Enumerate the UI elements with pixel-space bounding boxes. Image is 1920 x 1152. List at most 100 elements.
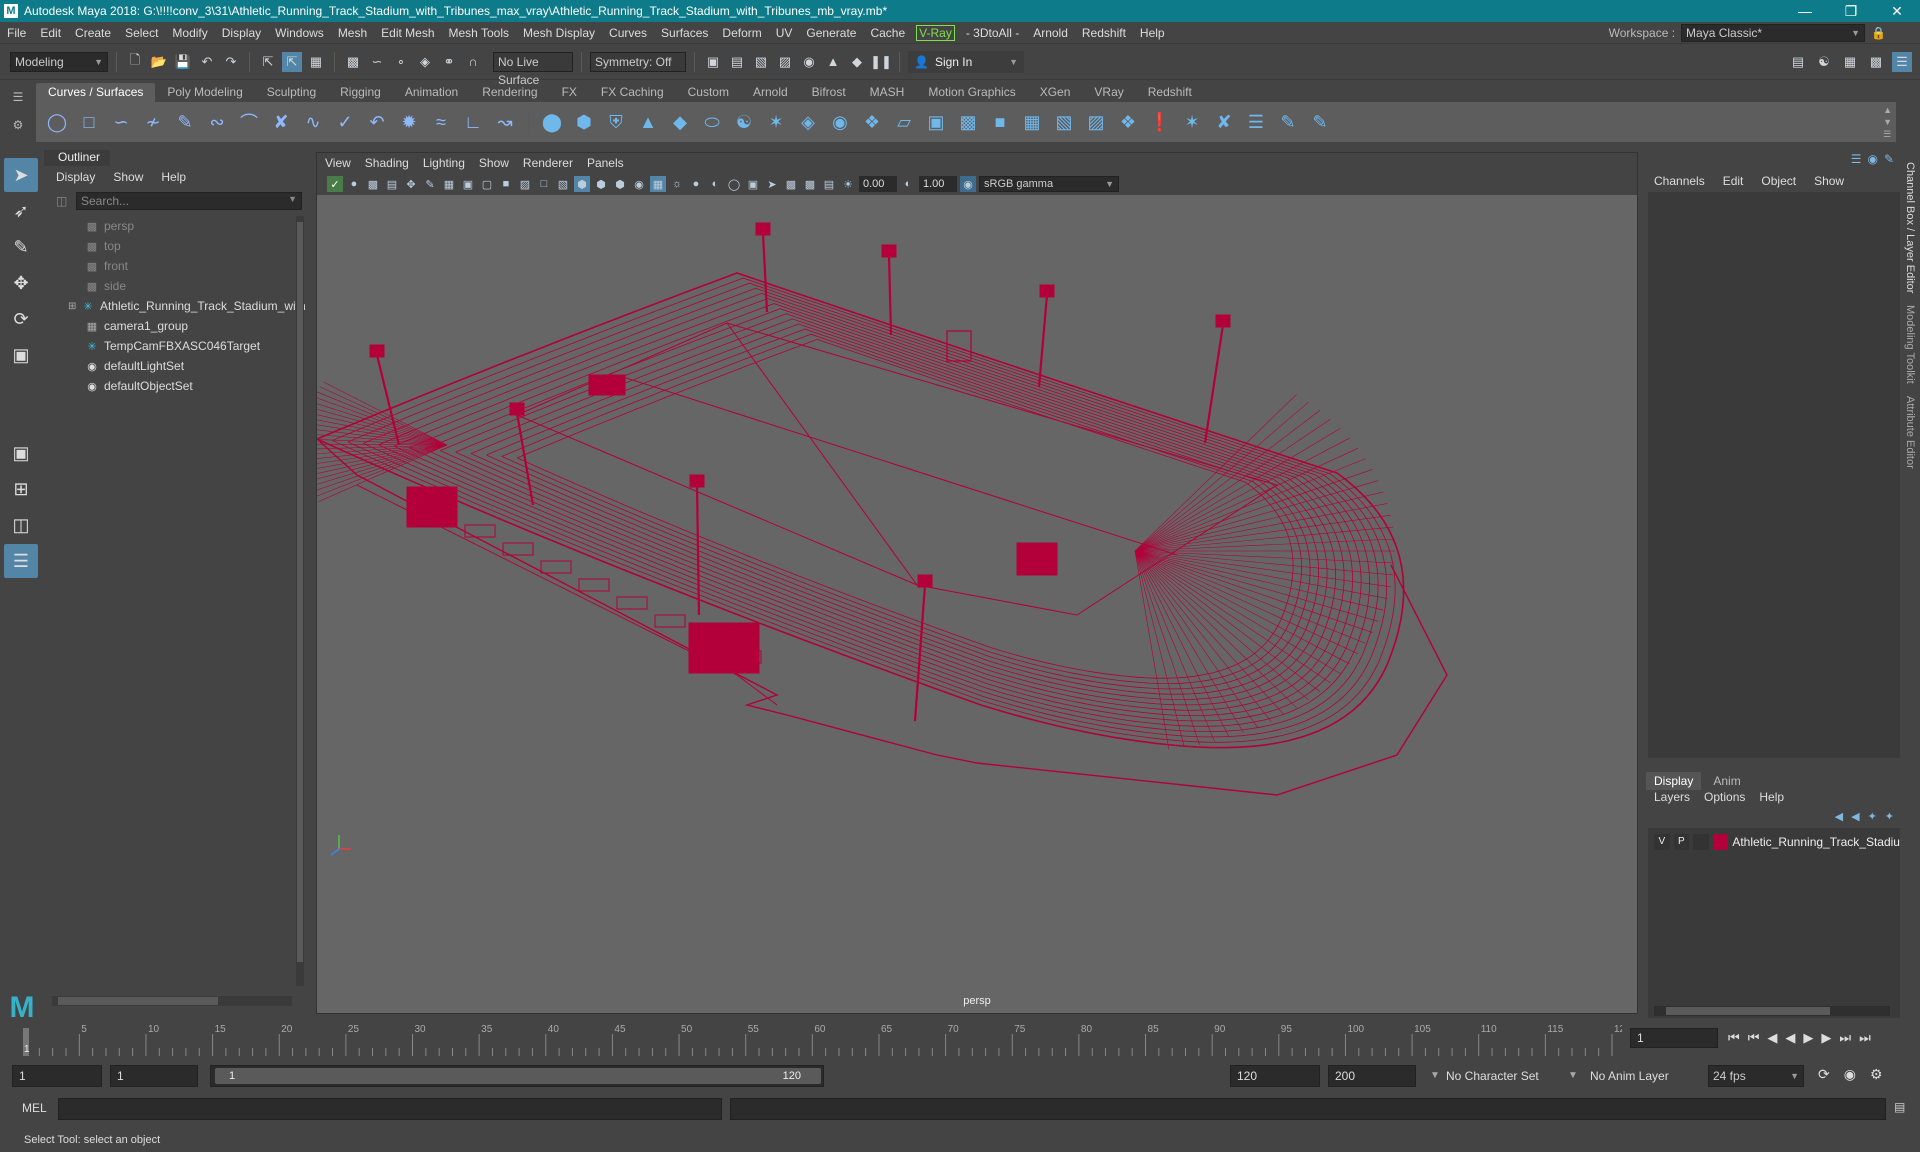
rebuild-curve-icon[interactable]: ↝	[492, 109, 518, 135]
menu-vray[interactable]: V-Ray	[916, 24, 955, 41]
scene-end-field[interactable]: 200	[1328, 1065, 1416, 1087]
close-button[interactable]: ✕	[1874, 3, 1920, 20]
shelf-tab-redshift[interactable]: Redshift	[1136, 83, 1204, 102]
show-attributes-icon[interactable]: ☰	[1851, 152, 1862, 166]
outliner-layout-icon[interactable]: ☰	[4, 544, 38, 578]
snap-point-icon[interactable]: ∘	[391, 52, 411, 72]
shelf-tab-bifrost[interactable]: Bifrost	[800, 83, 858, 102]
use-all-lights-icon[interactable]: ▦	[650, 176, 666, 192]
vray-render-icon[interactable]: ▲	[823, 52, 843, 72]
outliner-search-input[interactable]: Search... ▼	[76, 192, 302, 210]
character-set-icon[interactable]: ▼	[1430, 1070, 1440, 1081]
outliner-item-persp[interactable]: ▩ persp	[44, 216, 306, 236]
outliner-menu-show[interactable]: Show	[113, 170, 143, 184]
anim-layer-dropdown[interactable]: No Anim Layer	[1590, 1065, 1694, 1087]
tool-settings-icon[interactable]: ▩	[1866, 52, 1886, 72]
select-hierarchy-icon[interactable]: ⇱	[258, 52, 278, 72]
rebuild-surface-icon[interactable]: ✎	[1307, 109, 1333, 135]
show-menu[interactable]: Show	[1814, 174, 1844, 188]
shelf-tab-curves-surfaces[interactable]: Curves / Surfaces	[36, 83, 156, 102]
loop-icon[interactable]: ⟳	[1818, 1066, 1830, 1083]
menu-edit[interactable]: Edit	[33, 26, 68, 40]
viewport-menu-lighting[interactable]: Lighting	[423, 156, 465, 170]
shelf-tab-rigging[interactable]: Rigging	[328, 83, 393, 102]
outliner-item-defaultlightset[interactable]: ◉ defaultLightSet	[44, 356, 306, 376]
film-gate-icon[interactable]: ▣	[460, 176, 476, 192]
isolate-select-icon[interactable]: ➤	[764, 176, 780, 192]
loft-icon[interactable]: ✶	[763, 109, 789, 135]
snap-live-icon[interactable]: ⚭	[439, 52, 459, 72]
options-menu[interactable]: Options	[1704, 790, 1745, 804]
outliner-item-tempcam[interactable]: ✳ TempCamFBXASC046Target	[44, 336, 306, 356]
viewport-menu-show[interactable]: Show	[479, 156, 509, 170]
shelf-menu-icon[interactable]: ☰	[0, 90, 36, 104]
show-channels-icon[interactable]: ◉	[1867, 152, 1877, 166]
outliner-item-stadium[interactable]: ⊞ ✳ Athletic_Running_Track_Stadium_with	[44, 296, 306, 316]
shelf-tab-rendering[interactable]: Rendering	[470, 83, 549, 102]
layer-display-type-toggle[interactable]	[1693, 834, 1709, 850]
shelf-tab-fx[interactable]: FX	[550, 83, 589, 102]
workspace-dropdown[interactable]: Maya Classic* ▼	[1681, 24, 1866, 42]
backface-culling-icon[interactable]: ▤	[821, 176, 837, 192]
auto-key-icon[interactable]: ◉	[1844, 1066, 1856, 1083]
reverse-curve-icon[interactable]: ∟	[460, 109, 486, 135]
open-scene-icon[interactable]: 📂	[149, 52, 169, 72]
menu-generate[interactable]: Generate	[799, 26, 863, 40]
shelf-tab-mash[interactable]: MASH	[858, 83, 917, 102]
offset-curve-icon[interactable]: ≈	[428, 109, 454, 135]
outliner-item-front[interactable]: ▩ front	[44, 256, 306, 276]
nurbs-square-icon[interactable]: □	[76, 109, 102, 135]
outliner-item-side[interactable]: ▩ side	[44, 276, 306, 296]
script-editor-icon[interactable]: ▤	[1894, 1100, 1905, 1114]
extend-curve-icon[interactable]: ✹	[396, 109, 422, 135]
planar-icon[interactable]: ◈	[795, 109, 821, 135]
viewport-menu-panels[interactable]: Panels	[587, 156, 624, 170]
bevel-plus-icon[interactable]: ▩	[955, 109, 981, 135]
attach-surfaces-icon[interactable]: ❖	[1115, 109, 1141, 135]
menu-display[interactable]: Display	[215, 26, 268, 40]
menu-create[interactable]: Create	[68, 26, 118, 40]
shelf-tab-fx-caching[interactable]: FX Caching	[589, 83, 676, 102]
snap-grid-icon[interactable]: ▩	[343, 52, 363, 72]
birail-icon[interactable]: ❖	[859, 109, 885, 135]
exposure-icon[interactable]: ☀	[840, 176, 856, 192]
new-scene-icon[interactable]: 🗋	[125, 52, 145, 72]
insert-knot-icon[interactable]: ↶	[364, 109, 390, 135]
menu-surfaces[interactable]: Surfaces	[654, 26, 715, 40]
shelf-tab-motion-graphics[interactable]: Motion Graphics	[916, 83, 1027, 102]
stadium-wireframe-scene[interactable]	[317, 195, 1637, 1011]
human-ik-icon[interactable]: ☯	[1814, 52, 1834, 72]
grease-pencil-icon[interactable]: ✎	[422, 176, 438, 192]
rotate-tool-icon[interactable]: ⟳	[4, 302, 38, 336]
shadows-icon[interactable]: ☼	[669, 176, 685, 192]
select-camera-icon[interactable]: ✓	[327, 176, 343, 192]
playback-start-field[interactable]: 1	[110, 1065, 198, 1087]
shelf-scroll-icon[interactable]: ▲ ▼ ☰	[1883, 104, 1892, 140]
undo-icon[interactable]: ↶	[197, 52, 217, 72]
arc-icon[interactable]: ⌒	[236, 109, 262, 135]
nurbs-torus-icon[interactable]: ⬭	[699, 109, 725, 135]
snap-view-plane-icon[interactable]: ◈	[415, 52, 435, 72]
menu-3dtoall[interactable]: - 3DtoAll -	[959, 26, 1026, 40]
new-layer-selected-icon[interactable]: ✦	[1885, 810, 1894, 823]
menuset-dropdown[interactable]: Modeling ▼	[10, 51, 108, 72]
save-scene-icon[interactable]: 💾	[173, 52, 193, 72]
fillet-curve-icon[interactable]: ✓	[332, 109, 358, 135]
pencil-curve-icon[interactable]: ✎	[172, 109, 198, 135]
menu-mesh[interactable]: Mesh	[331, 26, 374, 40]
fps-dropdown[interactable]: 24 fps ▼	[1708, 1065, 1804, 1087]
sculpt-geometry-icon[interactable]: ✎	[1275, 109, 1301, 135]
shelf-tab-xgen[interactable]: XGen	[1028, 83, 1083, 102]
modeling-toolkit-icon[interactable]: ▤	[1788, 52, 1808, 72]
render-settings-icon[interactable]: ▨	[775, 52, 795, 72]
layer-visibility-toggle[interactable]: V	[1654, 834, 1670, 850]
nurbs-cylinder-icon[interactable]: ⛨	[603, 109, 629, 135]
menu-mesh-tools[interactable]: Mesh Tools	[442, 26, 516, 40]
side-tab-modeling-toolkit[interactable]: Modeling Toolkit	[1904, 299, 1916, 390]
menu-mesh-display[interactable]: Mesh Display	[516, 26, 602, 40]
extrude-icon[interactable]: ◉	[827, 109, 853, 135]
grid-icon[interactable]: ▦	[441, 176, 457, 192]
scale-tool-icon[interactable]: ▣	[4, 338, 38, 372]
attach-curves-icon[interactable]: ✘	[268, 109, 294, 135]
xray-icon[interactable]: ▩	[783, 176, 799, 192]
